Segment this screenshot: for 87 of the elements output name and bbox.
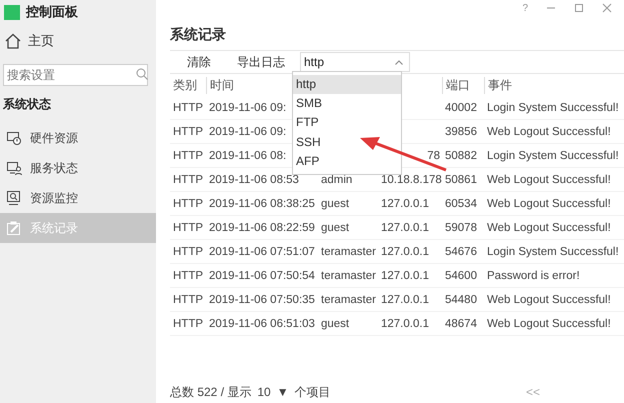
dropdown-option[interactable]: FTP	[293, 113, 401, 133]
table-cell: Web Logout Successful!	[487, 318, 611, 330]
table-cell: 127.0.0.1	[381, 222, 429, 234]
table-cell: Login System Successful!	[487, 246, 619, 258]
sidebar-item[interactable]: 硬件资源	[0, 123, 156, 153]
table-cell: 2019-11-06 09:	[209, 126, 286, 138]
table-cell: HTTP	[173, 318, 204, 330]
table-cell: HTTP	[173, 270, 204, 282]
total-count: 总数 522 / 显示	[170, 384, 252, 400]
sidebar-item[interactable]: 服务状态	[0, 153, 156, 183]
table-cell: HTTP	[173, 246, 204, 258]
close-icon[interactable]	[602, 3, 612, 13]
table-cell: Web Logout Successful!	[487, 198, 611, 210]
dropdown-option[interactable]: SMB	[293, 94, 401, 114]
table-cell: 10.18.8.178	[381, 174, 442, 186]
search-field[interactable]: 搜索设置	[3, 64, 148, 86]
clipboard-edit-icon	[6, 220, 22, 236]
table-cell: 2019-11-06 06:51:03	[209, 318, 315, 330]
table-cell: teramaster	[321, 246, 376, 258]
export-button[interactable]: 导出日志	[220, 51, 294, 73]
items-label: 个项目	[294, 384, 331, 400]
dropdown-option[interactable]: http	[293, 75, 401, 94]
table-cell: 2019-11-06 08:38:25	[209, 198, 315, 210]
table-cell: guest	[321, 222, 350, 234]
table-cell: Web Logout Successful!	[487, 222, 611, 234]
table-cell: 2019-11-06 08:22:59	[209, 222, 315, 234]
table-cell: teramaster	[321, 294, 376, 306]
table-cell: 60534	[445, 198, 477, 210]
table-cell: HTTP	[173, 222, 204, 234]
table-cell: 59078	[445, 222, 477, 234]
table-cell: guest	[321, 198, 350, 210]
table-cell: guest	[321, 318, 350, 330]
table-cell: 127.0.0.1	[381, 318, 429, 330]
dropdown-option[interactable]: AFP	[293, 152, 401, 171]
table-cell: Web Logout Successful!	[487, 294, 611, 306]
clear-button[interactable]: 清除	[170, 51, 220, 73]
dropdown-option[interactable]: SSH	[293, 132, 401, 152]
table-cell: Password is error!	[487, 270, 580, 282]
table-cell: 54480	[445, 294, 477, 306]
column-header: 类别	[172, 76, 198, 94]
table-cell: 2019-11-06 07:50:54	[209, 270, 315, 282]
table-cell: HTTP	[173, 150, 204, 162]
table-cell: 127.0.0.1	[381, 246, 429, 258]
table-cell: 2019-11-06 08:53	[209, 174, 299, 186]
table-cell: 127.0.0.1	[381, 294, 429, 306]
table-cell: 39856	[445, 126, 477, 138]
table-cell: 50861	[445, 174, 477, 186]
monitor-user-icon	[6, 160, 22, 176]
table-cell: 2019-11-06 09:	[209, 102, 286, 114]
table-cell: Web Logout Successful!	[487, 174, 611, 186]
table-cell: 40002	[445, 102, 477, 114]
table-cell: HTTP	[173, 198, 204, 210]
app-title: 控制面板	[26, 3, 78, 21]
home-link[interactable]: 主页	[0, 24, 156, 52]
table-cell: Login System Successful!	[487, 102, 619, 114]
table-cell: 54600	[445, 270, 477, 282]
table-cell: admin	[321, 174, 352, 186]
search-icon	[136, 68, 148, 80]
column-header: 端口	[442, 76, 484, 94]
table-cell: 2019-11-06 08:	[209, 150, 286, 162]
table-cell: HTTP	[173, 294, 204, 306]
maximize-icon[interactable]	[574, 3, 584, 13]
page-title: 系统记录	[170, 26, 227, 44]
table-cell: 127.0.0.1	[381, 270, 429, 282]
table-cell: 2019-11-06 07:50:35	[209, 294, 315, 306]
table-cell: 127.0.0.1	[381, 198, 429, 210]
table-cell: HTTP	[173, 102, 204, 114]
caret-icon[interactable]: ▼	[276, 385, 289, 399]
home-icon	[4, 33, 22, 49]
table-cell: HTTP	[173, 126, 204, 138]
table-cell: 48674	[445, 318, 477, 330]
app-logo	[4, 4, 20, 20]
section-heading: 系统状态	[3, 96, 52, 113]
sidebar-item[interactable]: 资源监控	[0, 183, 156, 213]
page-size-select[interactable]: 10	[257, 385, 271, 399]
monitor-search-icon	[6, 190, 22, 206]
caret-icon	[395, 60, 403, 64]
table-cell: 78	[427, 150, 440, 162]
table-cell: 54676	[445, 246, 477, 258]
table-cell: HTTP	[173, 174, 204, 186]
table-cell: 50882	[445, 150, 477, 162]
monitor-icon	[6, 130, 22, 146]
table-cell: teramaster	[321, 270, 376, 282]
table-cell: Web Logout Successful!	[487, 126, 611, 138]
column-header: 事件	[484, 76, 624, 94]
table-cell: Login System Successful!	[487, 150, 619, 162]
table-cell: 2019-11-06 07:51:07	[209, 246, 315, 258]
